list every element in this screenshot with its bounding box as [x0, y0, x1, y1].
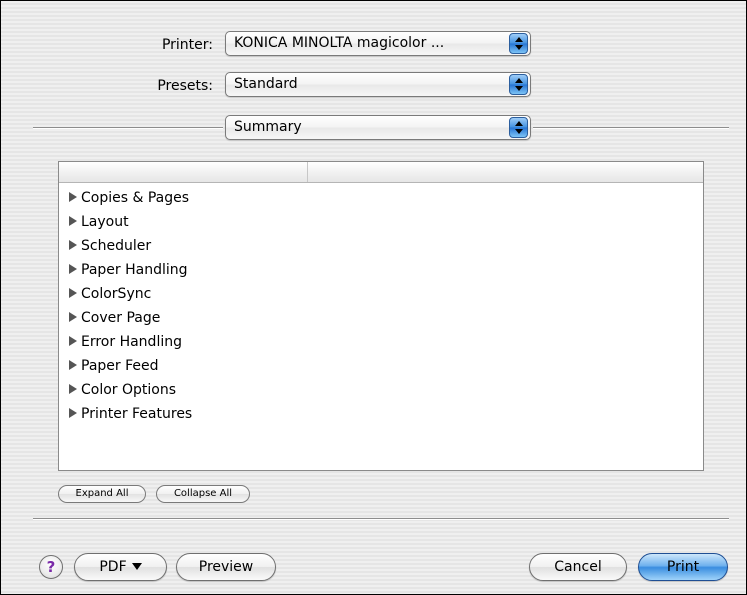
help-button[interactable]: ?	[39, 555, 63, 579]
pdf-label: PDF	[99, 559, 127, 575]
separator-left	[33, 127, 223, 129]
print-button[interactable]: Print	[638, 553, 728, 581]
outline-item-label: Error Handling	[81, 334, 182, 350]
outline-item-label: ColorSync	[81, 286, 152, 302]
expand-all-button[interactable]: Expand All	[58, 485, 146, 503]
chevron-down-icon	[131, 563, 142, 570]
disclosure-triangle-icon[interactable]	[69, 192, 77, 202]
outline-item-paper-feed[interactable]: Paper Feed	[69, 354, 192, 378]
outline-item-paper-handling[interactable]: Paper Handling	[69, 258, 192, 282]
cancel-button[interactable]: Cancel	[529, 553, 627, 581]
outline-item-error-handling[interactable]: Error Handling	[69, 330, 192, 354]
outline-item-label: Cover Page	[81, 310, 161, 326]
outline-item-layout[interactable]: Layout	[69, 210, 192, 234]
disclosure-triangle-icon[interactable]	[69, 336, 77, 346]
outline-item-label: Color Options	[81, 382, 177, 398]
disclosure-triangle-icon[interactable]	[69, 360, 77, 370]
updown-arrows-icon	[509, 74, 528, 95]
preview-button[interactable]: Preview	[176, 553, 276, 581]
panel-popup[interactable]: Summary	[225, 115, 531, 140]
outline-item-colorsync[interactable]: ColorSync	[69, 282, 192, 306]
outline-item-scheduler[interactable]: Scheduler	[69, 234, 192, 258]
outline-rows: Copies & Pages Layout Scheduler Paper Ha…	[69, 186, 192, 426]
updown-arrows-icon	[509, 33, 528, 54]
disclosure-triangle-icon[interactable]	[69, 240, 77, 250]
printer-value: KONICA MINOLTA magicolor ...	[234, 35, 445, 51]
presets-popup[interactable]: Standard	[225, 72, 531, 97]
collapse-all-button[interactable]: Collapse All	[156, 485, 250, 503]
disclosure-triangle-icon[interactable]	[69, 288, 77, 298]
disclosure-triangle-icon[interactable]	[69, 216, 77, 226]
footer-separator	[33, 518, 729, 520]
disclosure-triangle-icon[interactable]	[69, 408, 77, 418]
disclosure-triangle-icon[interactable]	[69, 312, 77, 322]
column-divider	[307, 162, 308, 182]
outline-item-cover-page[interactable]: Cover Page	[69, 306, 192, 330]
print-dialog: Printer: KONICA MINOLTA magicolor ... Pr…	[0, 0, 747, 595]
disclosure-triangle-icon[interactable]	[69, 264, 77, 274]
separator-right	[533, 127, 729, 129]
summary-outline[interactable]: Copies & Pages Layout Scheduler Paper Ha…	[58, 161, 704, 471]
outline-item-label: Paper Feed	[81, 358, 159, 374]
outline-item-color-options[interactable]: Color Options	[69, 378, 192, 402]
outline-item-copies-pages[interactable]: Copies & Pages	[69, 186, 192, 210]
pdf-menu-button[interactable]: PDF	[74, 553, 167, 581]
disclosure-triangle-icon[interactable]	[69, 384, 77, 394]
outline-item-label: Printer Features	[81, 406, 193, 422]
presets-value: Standard	[234, 76, 298, 92]
updown-arrows-icon	[509, 117, 528, 138]
outline-item-label: Scheduler	[81, 238, 152, 254]
outline-item-label: Copies & Pages	[81, 190, 190, 206]
outline-header	[59, 162, 703, 183]
panel-value: Summary	[234, 119, 302, 135]
outline-item-label: Paper Handling	[81, 262, 188, 278]
printer-label: Printer:	[161, 37, 213, 53]
outline-item-printer-features[interactable]: Printer Features	[69, 402, 192, 426]
printer-popup[interactable]: KONICA MINOLTA magicolor ...	[225, 31, 531, 56]
presets-label: Presets:	[157, 78, 213, 94]
outline-item-label: Layout	[81, 214, 129, 230]
